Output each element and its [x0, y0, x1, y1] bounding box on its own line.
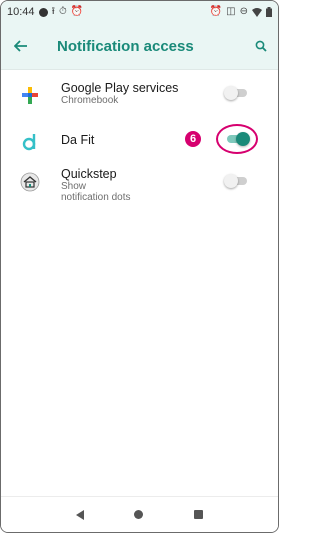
recents-icon[interactable]: [193, 510, 203, 519]
alarm-icon: ⏰: [70, 6, 84, 17]
system-nav-bar: [1, 496, 278, 532]
back-button[interactable]: [1, 23, 41, 70]
app-subtitle-line-2: notification dots: [61, 192, 131, 203]
page-title: Notification access: [57, 37, 194, 55]
list-item-quickstep[interactable]: Quickstep Show notification dots: [1, 165, 278, 219]
google-play-services-icon: [15, 81, 45, 111]
back-icon[interactable]: [76, 509, 85, 520]
quickstep-toggle[interactable]: [224, 174, 250, 188]
list-item-google-play-services[interactable]: Google Play services Chromebook: [1, 71, 278, 121]
phone-screen: 10:44 ⭱ ⏱ ⏰ ⏰ ◫ ⊖ Notification access Go…: [0, 0, 279, 533]
status-bar: 10:44 ⭱ ⏱ ⏰ ⏰ ◫ ⊖: [1, 1, 278, 23]
vibrate-icon: ◫: [226, 6, 236, 17]
da-fit-toggle[interactable]: [224, 132, 250, 146]
home-icon[interactable]: [134, 510, 144, 519]
upload-icon: ⭱: [51, 6, 56, 17]
arrow-left-icon: [14, 40, 27, 52]
google-play-services-toggle[interactable]: [224, 86, 250, 100]
timer-icon: ⏱: [59, 6, 67, 17]
battery-icon: [266, 7, 272, 17]
notification-access-list: Google Play services Chromebook Da Fit 6: [1, 71, 278, 219]
quickstep-home-icon: [15, 167, 45, 197]
search-icon: [255, 40, 267, 52]
search-button[interactable]: [244, 23, 278, 70]
da-fit-icon: [15, 127, 45, 157]
wifi-icon: [252, 7, 262, 17]
dnd-icon: ⊖: [239, 6, 248, 17]
alarm-icon: ⏰: [209, 6, 223, 17]
list-item-da-fit[interactable]: Da Fit 6: [1, 121, 278, 165]
status-time: 10:44: [7, 6, 35, 18]
notification-dot-icon: [38, 7, 48, 17]
step-callout-number: 6: [185, 131, 201, 147]
app-bar: Notification access: [1, 23, 278, 70]
